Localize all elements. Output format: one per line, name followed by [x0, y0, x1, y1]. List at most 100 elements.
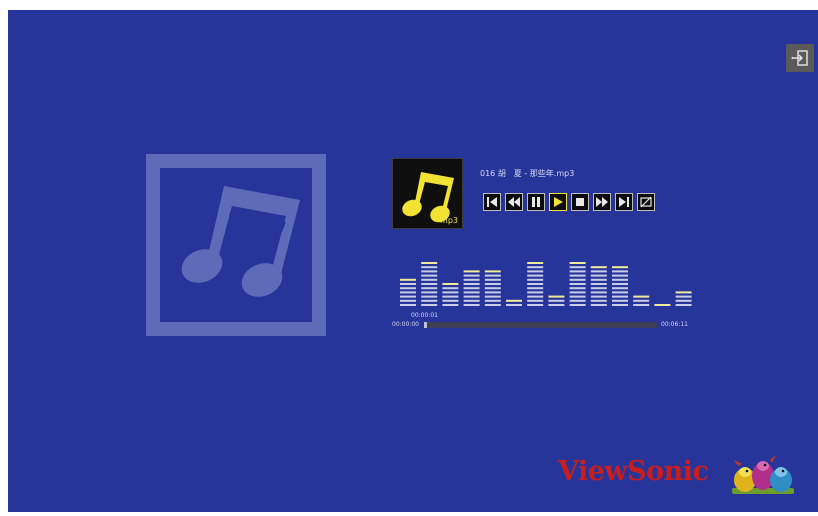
- repeat-off-icon: [640, 196, 652, 208]
- progress-bar[interactable]: [424, 322, 657, 328]
- equalizer-segment: [463, 295, 480, 298]
- exit-button[interactable]: [786, 44, 814, 72]
- equalizer-column: [633, 295, 650, 306]
- equalizer-segment: [569, 262, 586, 264]
- equalizer-segment: [506, 299, 522, 302]
- rewind-button[interactable]: [505, 193, 523, 211]
- equalizer-segment: [590, 283, 607, 285]
- equalizer-segment: [569, 266, 586, 269]
- pause-icon: [532, 197, 540, 207]
- track-title: 016 胡 夏 - 那些年.mp3: [480, 169, 575, 178]
- album-thumbnail: mp3: [392, 158, 463, 229]
- equalizer-segment: [527, 291, 544, 294]
- equalizer-segment: [463, 287, 480, 290]
- equalizer-segment: [421, 283, 438, 285]
- equalizer-segment: [400, 295, 416, 298]
- equalizer-segment: [527, 287, 544, 290]
- equalizer-column: [506, 299, 522, 306]
- fast-forward-icon: [596, 197, 608, 207]
- equalizer-segment: [590, 266, 607, 269]
- equalizer-segment: [569, 295, 586, 298]
- equalizer-segment: [569, 304, 586, 306]
- equalizer-segment: [484, 304, 501, 306]
- equalizer-column: [400, 278, 416, 306]
- equalizer-segment: [527, 278, 544, 281]
- equalizer-segment: [421, 287, 438, 290]
- file-type-label: mp3: [440, 216, 458, 225]
- equalizer-segment: [400, 287, 416, 290]
- play-icon: [554, 197, 563, 207]
- equalizer-column: [421, 262, 438, 306]
- equalizer-column: [675, 291, 692, 306]
- equalizer-column: [484, 270, 501, 306]
- equalizer-segment: [675, 295, 692, 298]
- equalizer-segment: [484, 291, 501, 294]
- equalizer-segment: [590, 291, 607, 294]
- equalizer-segment: [590, 274, 607, 277]
- equalizer-column: [527, 262, 544, 306]
- equalizer-segment: [442, 299, 459, 302]
- equalizer-segment: [484, 295, 501, 298]
- equalizer-segment: [590, 299, 607, 302]
- media-player-screen: mp3 016 胡 夏 - 那些年.mp3 00:00:01 00:00:00 …: [8, 10, 818, 512]
- exit-icon: [791, 50, 808, 66]
- skip-forward-icon: [619, 197, 629, 207]
- skip-forward-button[interactable]: [615, 193, 633, 211]
- equalizer: [400, 262, 692, 306]
- equalizer-segment: [590, 295, 607, 298]
- repeat-off-button[interactable]: [637, 193, 655, 211]
- equalizer-segment: [527, 304, 544, 306]
- equalizer-segment: [527, 299, 544, 302]
- equalizer-column: [612, 266, 628, 306]
- stop-button[interactable]: [571, 193, 589, 211]
- equalizer-segment: [675, 291, 692, 294]
- equalizer-segment: [463, 274, 480, 277]
- logo-text: ViewSonic: [558, 456, 709, 487]
- fast-forward-button[interactable]: [593, 193, 611, 211]
- equalizer-segment: [675, 299, 692, 302]
- play-button[interactable]: [549, 193, 567, 211]
- equalizer-segment: [484, 278, 501, 281]
- skip-back-button[interactable]: [483, 193, 501, 211]
- equalizer-segment: [463, 299, 480, 302]
- equalizer-segment: [654, 304, 671, 306]
- playback-controls: [483, 193, 655, 211]
- equalizer-segment: [421, 304, 438, 306]
- equalizer-segment: [612, 278, 628, 281]
- start-time: 00:00:00: [392, 321, 419, 328]
- equalizer-segment: [400, 299, 416, 302]
- equalizer-column: [569, 262, 586, 306]
- equalizer-segment: [590, 287, 607, 290]
- viewsonic-logo: ViewSonic: [558, 452, 808, 502]
- equalizer-segment: [590, 304, 607, 306]
- stop-icon: [576, 198, 584, 206]
- equalizer-segment: [421, 274, 438, 277]
- equalizer-segment: [400, 283, 416, 285]
- equalizer-segment: [633, 304, 650, 306]
- equalizer-segment: [612, 291, 628, 294]
- equalizer-segment: [421, 262, 438, 264]
- equalizer-segment: [548, 295, 565, 298]
- equalizer-segment: [506, 304, 522, 306]
- equalizer-segment: [463, 291, 480, 294]
- equalizer-segment: [442, 287, 459, 290]
- equalizer-column: [590, 266, 607, 306]
- equalizer-segment: [633, 299, 650, 302]
- birds-logo-icon: [732, 455, 794, 494]
- equalizer-segment: [484, 274, 501, 277]
- progress-fill: [424, 322, 427, 328]
- equalizer-segment: [590, 270, 607, 273]
- equalizer-segment: [527, 283, 544, 285]
- equalizer-segment: [527, 262, 544, 264]
- equalizer-segment: [442, 291, 459, 294]
- equalizer-segment: [421, 299, 438, 302]
- rewind-icon: [508, 197, 520, 207]
- equalizer-segment: [569, 287, 586, 290]
- equalizer-column: [442, 283, 459, 306]
- pause-button[interactable]: [527, 193, 545, 211]
- equalizer-segment: [612, 274, 628, 277]
- equalizer-segment: [569, 270, 586, 273]
- skip-back-icon: [487, 197, 497, 207]
- equalizer-segment: [590, 278, 607, 281]
- album-art-placeholder: [146, 154, 326, 336]
